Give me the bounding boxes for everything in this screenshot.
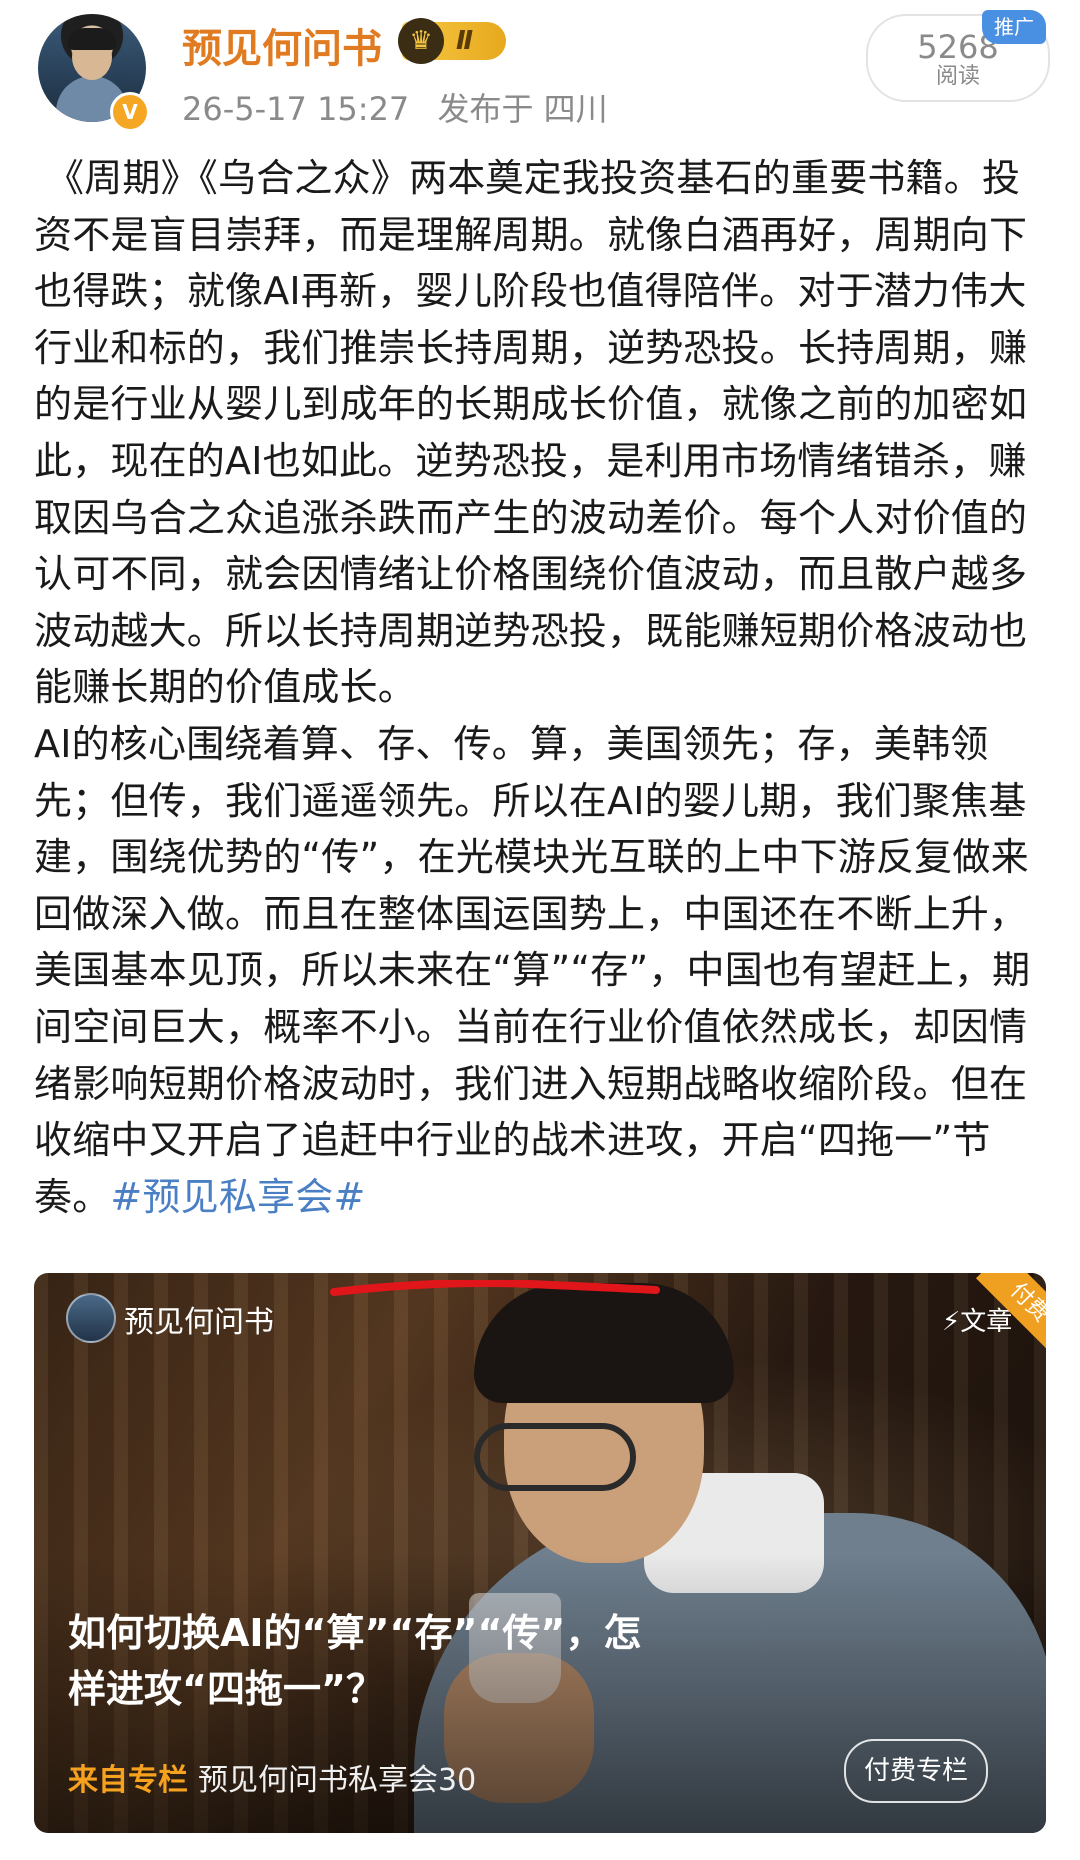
post-meta: 26-5-17 15:27 发布于 四川 [182, 84, 608, 130]
post-paragraph-1: 《周期》《乌合之众》两本奠定我投资基石的重要书籍。投资不是盲目崇拜，而是理解周期… [34, 156, 1028, 710]
author-name[interactable]: 预见何问书 [182, 16, 382, 74]
post-location: 发布于 四川 [437, 90, 608, 128]
crown-icon: ♛ [398, 18, 444, 64]
card-title[interactable]: 如何切换AI的“算”“存”“传”，怎样进攻“四拖一”？ [68, 1605, 668, 1717]
post-body: 《周期》《乌合之众》两本奠定我投资基石的重要书籍。投资不是盲目崇拜，而是理解周期… [34, 150, 1046, 1225]
card-author-avatar [66, 1293, 116, 1343]
level-badge-label: Ⅱ [456, 26, 474, 56]
card-author-name: 预见何问书 [124, 1305, 274, 1340]
card-type-label: 文章 [960, 1307, 1013, 1337]
post-paragraph-2-text: AI的核心围绕着算、存、传。算，美国领先；存，美韩领先；但传，我们遥遥领先。所以… [34, 721, 1031, 1219]
post-paragraph-2: AI的核心围绕着算、存、传。算，美国领先；存，美韩领先；但传，我们遥遥领先。所以… [34, 716, 1046, 1225]
card-source: 来自专栏 预见何问书私享会30 [68, 1755, 476, 1799]
red-underline-annotation [330, 1280, 660, 1296]
card-type: ⚡文章 [942, 1301, 1012, 1338]
lightning-icon: ⚡ [942, 1307, 961, 1337]
card-source-name[interactable]: 预见何问书私享会30 [198, 1763, 476, 1798]
promo-tag[interactable]: 推广 [982, 10, 1046, 44]
card-source-label: 来自专栏 [68, 1763, 188, 1798]
verified-v-icon: V [110, 92, 150, 132]
paid-column-button[interactable]: 付费专栏 [844, 1739, 988, 1803]
views-label: 阅读 [935, 64, 980, 89]
post-timestamp: 26-5-17 15:27 [182, 90, 410, 128]
member-level-badge[interactable]: ♛ Ⅱ [398, 18, 506, 64]
post-header: V 预见何问书 ♛ Ⅱ 26-5-17 15:27 发布于 四川 5268 阅读… [0, 0, 1080, 135]
article-card[interactable]: 预见何问书 ⚡文章 付费 如何切换AI的“算”“存”“传”，怎样进攻“四拖一”？… [34, 1273, 1046, 1833]
hashtag-link[interactable]: #预见私享会# [110, 1175, 365, 1219]
